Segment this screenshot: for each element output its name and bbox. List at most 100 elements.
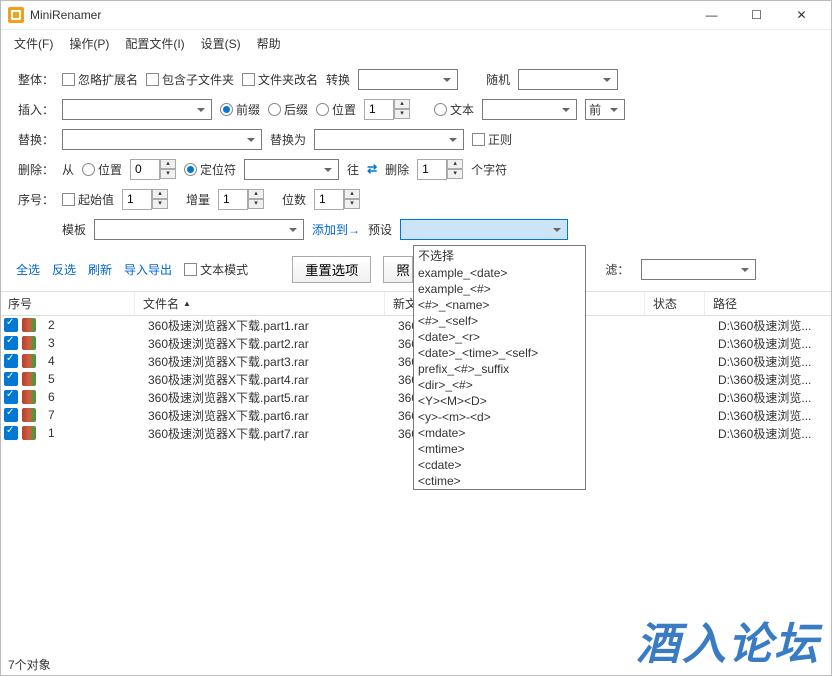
menubar: 文件(F) 操作(P) 配置文件(I) 设置(S) 帮助 — [0, 30, 832, 56]
invert-link[interactable]: 反选 — [52, 261, 76, 278]
insert-label: 插入： — [16, 101, 54, 118]
add-to-link[interactable]: 添加到→ — [312, 221, 360, 238]
filter-combo[interactable] — [641, 259, 756, 280]
start-value-checkbox[interactable]: 起始值 — [62, 191, 114, 208]
dropdown-item[interactable]: <cdate> — [414, 457, 585, 473]
pos-from-radio[interactable]: 位置 — [82, 161, 122, 178]
file-icon — [22, 318, 36, 332]
row-checkbox[interactable] — [4, 390, 18, 404]
row-checkbox[interactable] — [4, 408, 18, 422]
increment-label: 增量 — [186, 191, 210, 208]
replace-from-combo[interactable] — [62, 129, 262, 150]
dropdown-item[interactable]: prefix_<#>_suffix — [414, 361, 585, 377]
close-button[interactable]: ✕ — [779, 0, 824, 30]
del-label: 删除 — [385, 161, 409, 178]
menu-operate[interactable]: 操作(P) — [63, 33, 115, 54]
increment-spinner[interactable]: ▴▾ — [218, 189, 264, 210]
text-radio[interactable]: 文本 — [434, 101, 474, 118]
replace-label: 替换： — [16, 131, 54, 148]
col-name-header[interactable]: 文件名 — [135, 292, 385, 315]
col-status-header[interactable]: 状态 — [645, 292, 705, 315]
row-checkbox[interactable] — [4, 354, 18, 368]
preset-label: 预设 — [368, 221, 392, 238]
dropdown-item[interactable]: <#>_<name> — [414, 297, 585, 313]
dropdown-item[interactable]: <Y><M><D> — [414, 393, 585, 409]
file-icon — [22, 408, 36, 422]
preset-combo[interactable] — [400, 219, 568, 240]
arrow-right-icon[interactable]: ⇄ — [367, 162, 377, 176]
dropdown-item[interactable]: <dir>_<#> — [414, 377, 585, 393]
file-icon — [22, 354, 36, 368]
menu-file[interactable]: 文件(F) — [8, 33, 59, 54]
dropdown-item[interactable]: <mtime> — [414, 441, 585, 457]
del-count-spinner[interactable]: ▴▾ — [417, 159, 463, 180]
cell-num: 7 — [40, 408, 140, 422]
row-checkbox[interactable] — [4, 318, 18, 332]
random-label: 随机 — [486, 71, 510, 88]
cell-path: D:\360极速浏览... — [710, 407, 832, 424]
convert-combo[interactable] — [358, 69, 458, 90]
menu-settings[interactable]: 设置(S) — [195, 33, 247, 54]
cell-name: 360极速浏览器X下载.part2.rar — [140, 335, 390, 352]
cell-num: 6 — [40, 390, 140, 404]
dropdown-item[interactable]: example_<#> — [414, 281, 585, 297]
dropdown-item[interactable]: <date>_<time>_<self> — [414, 345, 585, 361]
front-combo[interactable]: 前 — [585, 99, 625, 120]
random-combo[interactable] — [518, 69, 618, 90]
maximize-button[interactable]: ☐ — [734, 0, 779, 30]
digits-spinner[interactable]: ▴▾ — [314, 189, 360, 210]
text-combo[interactable] — [482, 99, 577, 120]
cell-name: 360极速浏览器X下载.part5.rar — [140, 389, 390, 406]
cell-num: 3 — [40, 336, 140, 350]
select-all-link[interactable]: 全选 — [16, 261, 40, 278]
dropdown-item[interactable]: <#>_<self> — [414, 313, 585, 329]
col-path-header[interactable]: 路径 — [705, 292, 832, 315]
reset-button[interactable]: 重置选项 — [292, 256, 371, 283]
preset-dropdown[interactable]: 不选择example_<date>example_<#><#>_<name><#… — [413, 245, 586, 490]
include-sub-checkbox[interactable]: 包含子文件夹 — [146, 71, 234, 88]
file-icon — [22, 336, 36, 350]
dropdown-item[interactable]: <date>_<r> — [414, 329, 585, 345]
cell-path: D:\360极速浏览... — [710, 371, 832, 388]
menu-help[interactable]: 帮助 — [251, 33, 287, 54]
position-radio[interactable]: 位置 — [316, 101, 356, 118]
regex-checkbox[interactable]: 正则 — [472, 131, 512, 148]
col-num-header[interactable]: 序号 — [0, 292, 135, 315]
row-checkbox[interactable] — [4, 372, 18, 386]
cell-path: D:\360极速浏览... — [710, 389, 832, 406]
refresh-link[interactable]: 刷新 — [88, 261, 112, 278]
prefix-radio[interactable]: 前缀 — [220, 101, 260, 118]
dropdown-item[interactable]: <y>-<m>-<d> — [414, 409, 585, 425]
cell-path: D:\360极速浏览... — [710, 335, 832, 352]
minimize-button[interactable]: — — [689, 0, 734, 30]
chars-label: 个字符 — [471, 161, 507, 178]
dropdown-item[interactable]: example_<date> — [414, 265, 585, 281]
locator-combo[interactable] — [244, 159, 339, 180]
position-spinner[interactable]: ▴▾ — [364, 99, 410, 120]
dropdown-item[interactable]: <mdate> — [414, 425, 585, 441]
rename-folder-checkbox[interactable]: 文件夹改名 — [242, 71, 318, 88]
text-mode-checkbox[interactable]: 文本模式 — [184, 261, 248, 278]
cell-num: 2 — [40, 318, 140, 332]
import-export-link[interactable]: 导入导出 — [124, 261, 172, 278]
row-checkbox[interactable] — [4, 426, 18, 440]
replace-to-combo[interactable] — [314, 129, 464, 150]
row-checkbox[interactable] — [4, 336, 18, 350]
app-icon — [8, 7, 24, 23]
menu-config[interactable]: 配置文件(I) — [119, 33, 190, 54]
digits-label: 位数 — [282, 191, 306, 208]
direction-label: 往 — [347, 161, 359, 178]
template-combo[interactable] — [94, 219, 304, 240]
file-icon — [22, 372, 36, 386]
suffix-radio[interactable]: 后缀 — [268, 101, 308, 118]
dropdown-item[interactable]: <ctime> — [414, 473, 585, 489]
options-panel: 整体： 忽略扩展名 包含子文件夹 文件夹改名 转换 随机 插入： 前缀 后缀 位… — [0, 56, 832, 252]
photo-button[interactable]: 照 — [383, 256, 413, 283]
pos-from-spinner[interactable]: ▴▾ — [130, 159, 176, 180]
insert-combo[interactable] — [62, 99, 212, 120]
from-label: 从 — [62, 161, 74, 178]
locator-radio[interactable]: 定位符 — [184, 161, 236, 178]
ignore-ext-checkbox[interactable]: 忽略扩展名 — [62, 71, 138, 88]
dropdown-item[interactable]: 不选择 — [414, 246, 585, 265]
start-value-spinner[interactable]: ▴▾ — [122, 189, 168, 210]
